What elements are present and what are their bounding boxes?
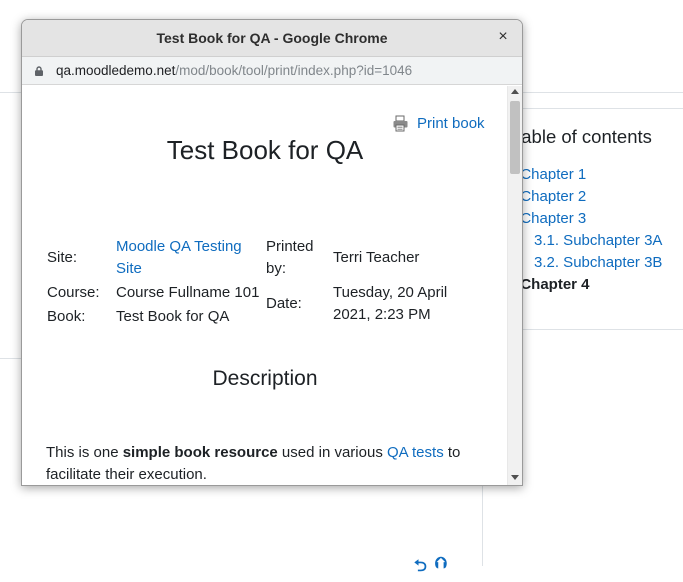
book-value: Test Book for QA: [116, 308, 230, 325]
qa-tests-link[interactable]: QA tests: [387, 444, 444, 461]
description-heading: Description: [212, 367, 318, 390]
print-popup-window: Test Book for QA - Google Chrome × qa.mo…: [21, 19, 523, 486]
print-book-label: Print book: [417, 115, 485, 132]
date-label: Date:: [266, 295, 302, 312]
toc-item-chapter-1[interactable]: . Chapter 1: [512, 166, 586, 183]
book-navigation: ⮌ ⮉: [414, 555, 447, 582]
book-title: Test Book for QA: [166, 135, 364, 165]
address-bar[interactable]: qa.moodledemo.net/mod/book/tool/print/in…: [22, 57, 522, 85]
previous-arrow-icon[interactable]: ⮌: [414, 555, 427, 582]
site-link-line1[interactable]: Moodle QA Testing: [116, 236, 242, 258]
date-value-line1: Tuesday, 20 April: [333, 284, 448, 301]
printer-icon: [393, 115, 408, 132]
window-title: Test Book for QA - Google Chrome: [156, 30, 388, 46]
toc-title: Table of contents: [512, 126, 652, 147]
date-value-line2: 2021, 2:23 PM: [333, 306, 431, 323]
toc-item-chapter-3[interactable]: . Chapter 3: [512, 210, 586, 227]
printed-by-value: Terri Teacher: [333, 249, 420, 266]
scrollbar-thumb[interactable]: [510, 101, 520, 174]
scroll-down-arrow-icon[interactable]: [511, 475, 519, 480]
course-value: Course Fullname 101: [116, 284, 260, 301]
site-label: Site:: [47, 249, 78, 266]
site-link-line2[interactable]: Site: [116, 258, 142, 280]
description-text: This is one simple book resource used in…: [46, 444, 461, 483]
printed-by-label-line2: by:: [266, 260, 287, 277]
toc-item-subchapter-3b[interactable]: 3.2. Subchapter 3B: [534, 254, 662, 271]
toc-item-chapter-4: . Chapter 4: [512, 276, 590, 293]
print-book-link[interactable]: Print book: [392, 115, 485, 132]
course-label: Course:: [47, 284, 100, 301]
up-arrow-icon[interactable]: ⮉: [435, 555, 447, 582]
window-titlebar[interactable]: Test Book for QA - Google Chrome ×: [22, 20, 522, 57]
scroll-up-arrow-icon[interactable]: [511, 89, 519, 94]
print-content: Print book Test Book for QA Site: Moodle…: [22, 86, 508, 485]
url-text: qa.moodledemo.net/mod/book/tool/print/in…: [56, 63, 413, 78]
vertical-scrollbar[interactable]: [507, 86, 522, 485]
printed-by-label-line1: Printed: [266, 238, 314, 255]
lock-icon: [35, 66, 43, 76]
toc-item-subchapter-3a[interactable]: 3.1. Subchapter 3A: [534, 232, 662, 249]
divider: [0, 358, 22, 359]
toc-item-chapter-2[interactable]: . Chapter 2: [512, 188, 586, 205]
close-icon[interactable]: ×: [495, 29, 511, 45]
book-label: Book:: [47, 308, 86, 325]
